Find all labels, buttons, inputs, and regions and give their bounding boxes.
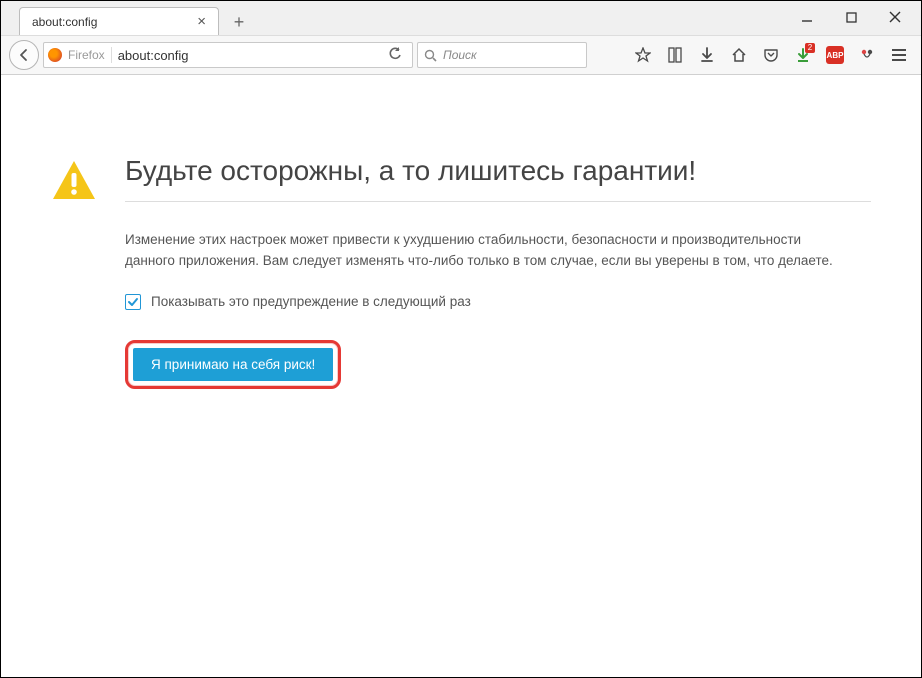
window-maximize-button[interactable] <box>829 3 873 31</box>
url-text: about:config <box>118 48 376 63</box>
identity-label: Firefox <box>68 48 105 62</box>
back-button[interactable] <box>9 40 39 70</box>
minimize-icon <box>801 11 813 23</box>
checkbox-label: Показывать это предупреждение в следующи… <box>151 294 471 309</box>
arrow-left-icon <box>17 48 31 62</box>
warning-title: Будьте осторожны, а то лишитесь гарантии… <box>125 155 871 202</box>
maximize-icon <box>846 12 857 23</box>
search-box[interactable]: Поиск <box>417 42 587 68</box>
home-icon <box>731 47 747 63</box>
list-icon <box>668 47 682 63</box>
download-arrow-icon <box>700 47 714 63</box>
reload-icon <box>388 47 402 61</box>
pocket-icon <box>763 47 779 63</box>
browser-toolbar: Firefox about:config Поиск 2 ABP <box>1 35 921 75</box>
home-button[interactable] <box>725 41 753 69</box>
show-next-time-checkbox[interactable]: Показывать это предупреждение в следующи… <box>125 294 871 310</box>
downloads-button[interactable] <box>693 41 721 69</box>
adblock-button[interactable]: ABP <box>821 41 849 69</box>
url-bar[interactable]: Firefox about:config <box>43 42 413 68</box>
extension-icon <box>859 47 875 63</box>
accept-risk-button[interactable]: Я принимаю на себя риск! <box>133 348 333 381</box>
close-icon <box>889 11 901 23</box>
new-tab-button[interactable]: + <box>225 9 253 35</box>
warning-text: Изменение этих настроек может привести к… <box>125 230 845 272</box>
window-titlebar: about:config × + <box>1 1 921 35</box>
close-tab-icon[interactable]: × <box>193 13 210 30</box>
search-icon <box>424 49 437 62</box>
urlbar-separator <box>111 47 112 63</box>
window-minimize-button[interactable] <box>785 3 829 31</box>
warning-body: Будьте осторожны, а то лишитесь гарантии… <box>125 155 871 389</box>
browser-tab-active[interactable]: about:config × <box>19 7 219 35</box>
bookmark-star-button[interactable] <box>629 41 657 69</box>
search-placeholder: Поиск <box>443 48 477 62</box>
warning-triangle-icon <box>51 159 97 204</box>
window-close-button[interactable] <box>873 3 917 31</box>
extension-button[interactable] <box>853 41 881 69</box>
tab-strip: about:config × + <box>19 5 253 35</box>
abp-icon: ABP <box>826 46 844 64</box>
star-icon <box>635 47 651 63</box>
pocket-button[interactable] <box>757 41 785 69</box>
app-menu-button[interactable] <box>885 41 913 69</box>
reload-button[interactable] <box>382 47 408 64</box>
firefox-icon <box>48 48 62 62</box>
reading-list-button[interactable] <box>661 41 689 69</box>
download-count-badge: 2 <box>805 43 815 53</box>
checkbox-checked-icon <box>125 294 141 310</box>
hamburger-icon <box>891 48 907 62</box>
tab-title: about:config <box>32 15 97 29</box>
download-manager-button[interactable]: 2 <box>789 41 817 69</box>
about-config-warning: Будьте осторожны, а то лишитесь гарантии… <box>1 75 921 389</box>
accept-button-highlight: Я принимаю на себя риск! <box>125 340 341 389</box>
